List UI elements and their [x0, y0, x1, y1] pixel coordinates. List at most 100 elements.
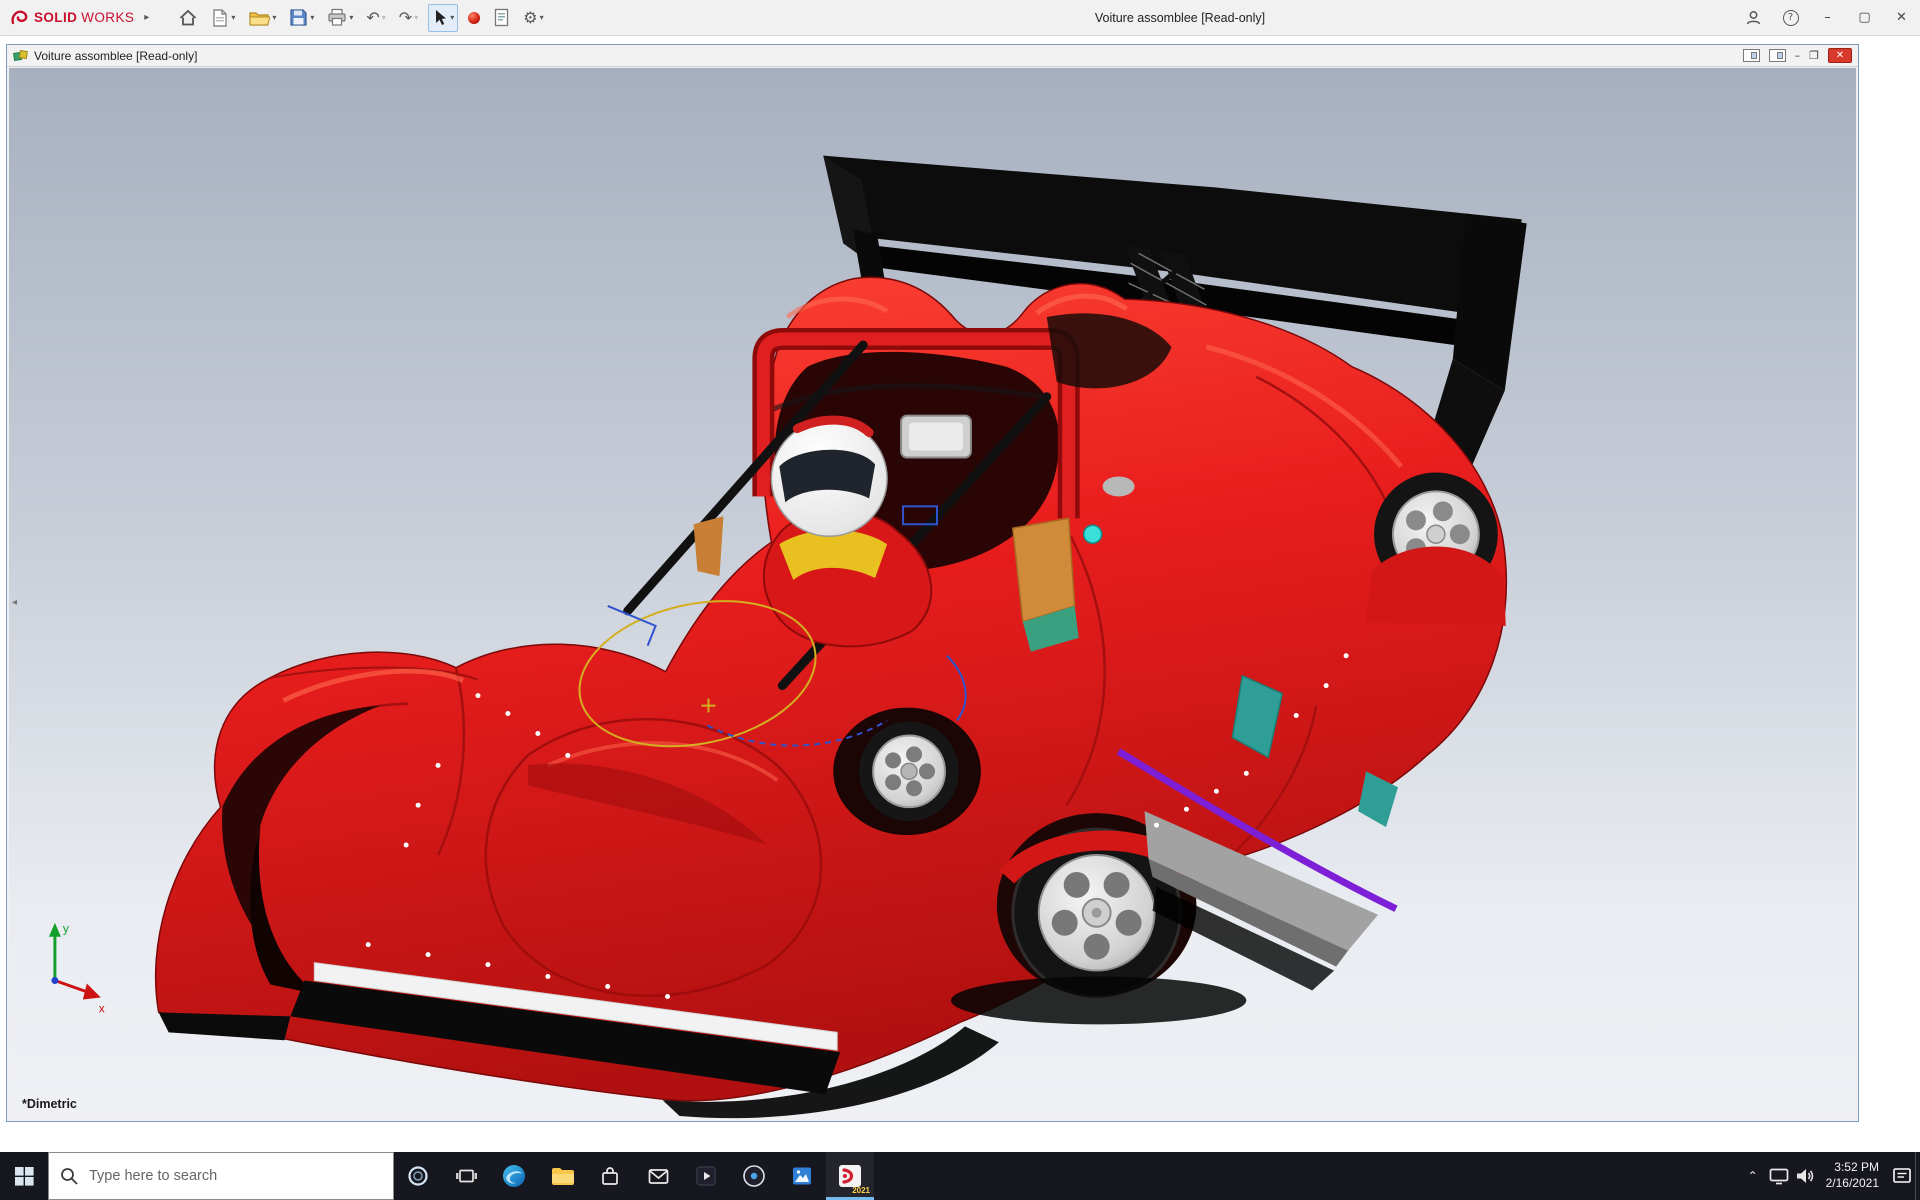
media-app-button[interactable]: [682, 1152, 730, 1200]
system-tray: ⌃ 3:52 PM 2/16/2021: [1740, 1152, 1920, 1200]
maximize-icon: ▢: [1858, 10, 1870, 25]
open-folder-icon: [248, 9, 270, 27]
app-client-area: Voiture assomblee [Read-only] – ❐ ✕: [0, 36, 1920, 1152]
document-titlebar[interactable]: Voiture assomblee [Read-only] – ❐ ✕: [7, 45, 1858, 67]
music-app-icon: [741, 1163, 767, 1189]
dropdown-arrow-icon[interactable]: ▾: [540, 13, 544, 22]
dropdown-arrow-icon[interactable]: ▾: [382, 13, 386, 22]
tray-volume-button[interactable]: [1792, 1152, 1818, 1200]
photos-app-icon: [789, 1163, 815, 1189]
close-icon: ✕: [1896, 10, 1907, 25]
solidworks-brand: SOLID WORKS ▸: [0, 9, 149, 27]
solidworks-app-window: SOLID WORKS ▸ ▾: [0, 0, 1920, 1200]
cortana-button[interactable]: [394, 1152, 442, 1200]
viewport-3d-canvas[interactable]: y x: [9, 68, 1856, 1119]
featuremanager-collapse-arrow[interactable]: ◂: [9, 590, 20, 614]
save-button[interactable]: ▾: [286, 4, 317, 32]
cockpit-padding: [1013, 518, 1075, 622]
show-desktop-button[interactable]: [1915, 1152, 1920, 1200]
user-avatar-icon: [1745, 9, 1762, 26]
task-view-button[interactable]: [442, 1152, 490, 1200]
save-icon: [289, 8, 308, 27]
taskbar-search[interactable]: [48, 1152, 394, 1200]
main-toolbar: ▾ ▾ ▾: [175, 4, 546, 32]
music-app-button[interactable]: [730, 1152, 778, 1200]
triad-y-label: y: [63, 922, 69, 936]
home-button[interactable]: [175, 4, 201, 32]
dropdown-arrow-icon[interactable]: ▾: [310, 13, 314, 22]
select-tool-button[interactable]: ▾: [428, 4, 458, 32]
taskbar-clock[interactable]: 3:52 PM 2/16/2021: [1826, 1160, 1879, 1191]
close-button[interactable]: ✕: [1883, 0, 1920, 35]
mail-icon: [646, 1164, 671, 1188]
graphics-viewport[interactable]: y x *Dimetric ◂: [9, 68, 1856, 1119]
redo-button[interactable]: ↷ ▾: [396, 4, 421, 32]
triad-x-label: x: [99, 1001, 105, 1015]
minimize-button[interactable]: –: [1809, 0, 1846, 35]
start-button[interactable]: [0, 1152, 48, 1200]
file-explorer-icon: [549, 1164, 575, 1188]
doc-minimize-button[interactable]: –: [1795, 50, 1801, 61]
dropdown-arrow-icon[interactable]: ▾: [450, 13, 454, 22]
mail-app-button[interactable]: [634, 1152, 682, 1200]
dropdown-arrow-icon[interactable]: ▾: [272, 13, 276, 22]
document-title: Voiture assomblee [Read-only]: [34, 49, 197, 63]
dropdown-arrow-icon[interactable]: ▾: [231, 13, 235, 22]
action-center-button[interactable]: [1889, 1152, 1915, 1200]
search-icon: [59, 1166, 79, 1186]
home-icon: [178, 8, 198, 28]
file-explorer-button[interactable]: [538, 1152, 586, 1200]
print-icon: [327, 8, 347, 27]
doc-restore-button[interactable]: ❐: [1809, 50, 1819, 61]
display-icon: [1768, 1166, 1790, 1186]
tray-chevron-icon: ⌃: [1748, 1169, 1758, 1183]
window-cascade-icon[interactable]: [1769, 49, 1786, 62]
cortana-icon: [406, 1164, 430, 1188]
tray-overflow-button[interactable]: ⌃: [1740, 1152, 1766, 1200]
search-input[interactable]: [49, 1153, 393, 1199]
undo-button[interactable]: ↶ ▾: [363, 4, 388, 32]
undo-icon: ↶: [366, 8, 379, 27]
store-app-button[interactable]: [586, 1152, 634, 1200]
dropdown-arrow-icon[interactable]: ▾: [349, 13, 353, 22]
clock-date: 2/16/2021: [1826, 1176, 1879, 1192]
account-button[interactable]: [1735, 0, 1772, 35]
task-view-icon: [454, 1164, 479, 1188]
help-icon: ?: [1783, 10, 1799, 26]
open-button[interactable]: ▾: [245, 4, 279, 32]
select-cursor-icon: [432, 9, 448, 27]
document-window: Voiture assomblee [Read-only] – ❐ ✕: [6, 44, 1859, 1122]
ds-logo-icon: [10, 9, 30, 27]
window-layout-icon[interactable]: [1743, 49, 1760, 62]
dropdown-arrow-icon[interactable]: ▾: [414, 13, 418, 22]
print-button[interactable]: ▾: [324, 4, 356, 32]
clock-time: 3:52 PM: [1826, 1160, 1879, 1176]
photos-app-button[interactable]: [778, 1152, 826, 1200]
options-button[interactable]: ⚙ ▾: [520, 4, 546, 32]
assembly-icon: [13, 49, 28, 63]
new-document-icon: [211, 8, 229, 28]
solidworks-app-button[interactable]: 2021: [826, 1152, 874, 1200]
front-right-wheel: [833, 708, 981, 836]
edge-app-button[interactable]: [490, 1152, 538, 1200]
redo-icon: ↷: [399, 8, 412, 27]
app-title: Voiture assomblee [Read-only]: [1095, 11, 1265, 25]
file-properties-button[interactable]: [490, 4, 513, 32]
brand-flyout-arrow-icon[interactable]: ▸: [144, 12, 149, 23]
store-icon: [598, 1164, 622, 1188]
minimize-icon: –: [1824, 10, 1831, 25]
help-button[interactable]: ?: [1772, 0, 1809, 35]
media-app-icon: [693, 1163, 719, 1189]
maximize-button[interactable]: ▢: [1846, 0, 1883, 35]
brand-solid-text: SOLID: [34, 10, 77, 25]
brand-works-text: WORKS: [81, 10, 134, 25]
tray-display-button[interactable]: [1766, 1152, 1792, 1200]
appearance-sphere-icon: [468, 12, 480, 24]
appearance-button[interactable]: [465, 4, 483, 32]
doc-close-button[interactable]: ✕: [1828, 48, 1852, 63]
document-window-controls: – ❐ ✕: [1743, 48, 1852, 63]
new-document-button[interactable]: ▾: [208, 4, 238, 32]
solidworks-year-badge: 2021: [852, 1186, 870, 1195]
app-window-controls: ? – ▢ ✕: [1735, 0, 1920, 35]
file-properties-icon: [493, 8, 510, 27]
